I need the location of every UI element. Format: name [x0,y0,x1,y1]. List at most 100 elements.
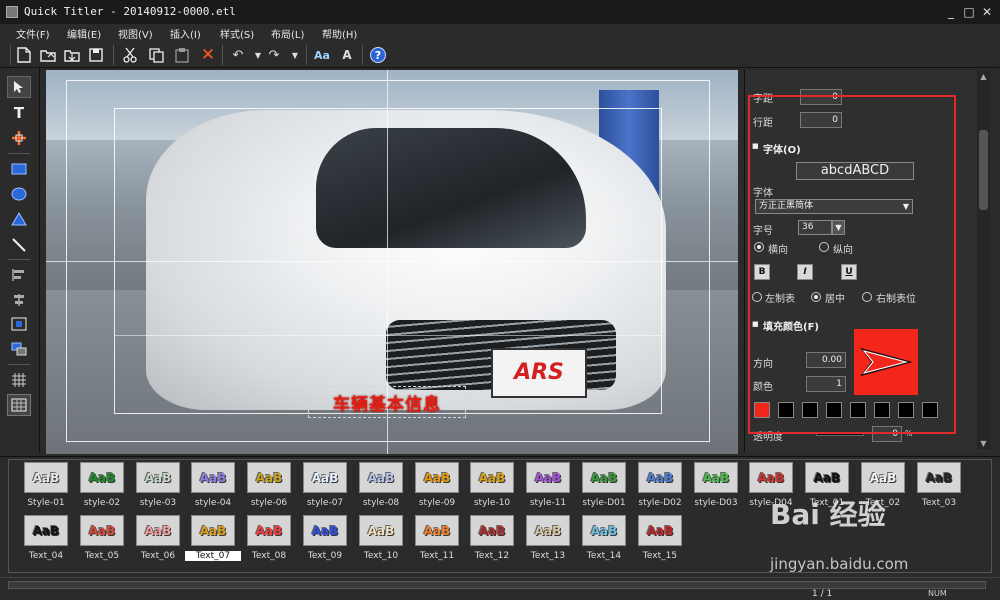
style-thumbnail[interactable]: AaB [359,462,403,493]
style-thumbnail[interactable]: AaB [805,462,849,493]
save-file-icon[interactable] [62,45,82,65]
style-label[interactable]: style-03 [130,498,186,508]
style-label[interactable]: Text_14 [576,551,632,561]
line-tool-icon[interactable] [7,234,31,256]
style-label[interactable]: Text_09 [297,551,353,561]
style-thumbnail[interactable]: AaB [247,462,291,493]
style-label[interactable]: style-09 [409,498,465,508]
text-tool-icon[interactable]: T [7,102,31,124]
style-thumbnail[interactable]: AaB [136,515,180,546]
style-label[interactable]: style-D01 [576,498,632,508]
style-thumbnail[interactable]: AaB [247,515,291,546]
menu-file[interactable]: 文件(F) [16,26,50,41]
minimize-button[interactable]: _ [944,5,958,19]
caption-text-box[interactable]: 车辆基本信息 [308,386,466,418]
style-label[interactable]: Text_12 [464,551,520,561]
text-style-icon[interactable]: Aa [312,45,332,65]
paste-icon[interactable] [172,45,192,65]
style-thumbnail[interactable]: AaB [80,515,124,546]
style-thumbnail[interactable]: AaB [638,462,682,493]
menu-view[interactable]: 视图(V) [118,26,153,41]
style-label[interactable]: Text_01 [799,498,855,508]
style-thumbnail[interactable]: AaB [80,462,124,493]
style-label[interactable]: Text_04 [18,551,74,561]
style-thumbnail[interactable]: AaB [694,462,738,493]
triangle-tool-icon[interactable] [7,208,31,230]
layer-icon[interactable] [7,338,31,360]
menu-insert[interactable]: 插入(I) [170,26,201,41]
style-label[interactable]: Text_11 [409,551,465,561]
menu-help[interactable]: 帮助(H) [322,26,357,41]
style-thumbnail[interactable]: AaB [415,515,459,546]
scroll-thumb[interactable] [979,130,988,210]
scroll-down-icon[interactable]: ▼ [978,438,989,449]
style-thumbnail[interactable]: AaB [470,515,514,546]
style-thumbnail[interactable]: AaB [861,462,905,493]
style-thumbnail[interactable]: AaB [359,515,403,546]
redo-dropdown-icon[interactable]: ▼ [285,45,305,65]
font-icon[interactable]: A [337,45,357,65]
undo-icon[interactable]: ↶ [228,45,248,65]
scroll-up-icon[interactable]: ▲ [978,71,989,82]
grid-icon[interactable] [7,369,31,391]
style-label[interactable]: style-D03 [688,498,744,508]
style-thumbnail[interactable]: AaB [24,462,68,493]
style-label[interactable]: Text_07 [185,551,241,561]
ellipse-tool-icon[interactable] [7,183,31,205]
redo-icon[interactable]: ↷ [264,45,284,65]
style-thumbnail[interactable]: AaB [582,515,626,546]
style-thumbnail[interactable]: AaB [191,462,235,493]
style-thumbnail[interactable]: AaB [24,515,68,546]
delete-icon[interactable]: ✕ [198,45,218,65]
style-thumbnail[interactable]: AaB [582,462,626,493]
menu-layout[interactable]: 布局(L) [271,26,304,41]
video-canvas[interactable]: ARS 车辆基本信息 [46,70,738,454]
style-thumbnail[interactable]: AaB [470,462,514,493]
style-label[interactable]: style-07 [297,498,353,508]
style-thumbnail[interactable]: AaB [415,462,459,493]
style-label[interactable]: style-04 [185,498,241,508]
properties-scrollbar[interactable]: ▲ ▼ [977,70,990,450]
style-thumbnail[interactable]: AaB [638,515,682,546]
style-label[interactable]: style-D04 [743,498,799,508]
help-icon[interactable]: ? [368,45,388,65]
align-center-icon[interactable] [7,289,31,311]
align-left-icon[interactable] [7,264,31,286]
close-button[interactable]: ✕ [980,5,994,19]
rectangle-tool-icon[interactable] [7,158,31,180]
style-thumbnail[interactable]: AaB [191,515,235,546]
style-label[interactable]: Text_06 [130,551,186,561]
style-label[interactable]: style-06 [241,498,297,508]
style-label[interactable]: Text_03 [911,498,967,508]
style-label[interactable]: style-11 [520,498,576,508]
style-thumbnail[interactable]: AaB [526,462,570,493]
copy-icon[interactable] [146,45,166,65]
style-label[interactable]: Text_02 [855,498,911,508]
style-label[interactable]: Text_10 [353,551,409,561]
cut-icon[interactable] [120,45,140,65]
menu-style[interactable]: 样式(S) [220,26,254,41]
style-label[interactable]: style-08 [353,498,409,508]
style-thumbnail[interactable]: AaB [917,462,961,493]
style-label[interactable]: Text_08 [241,551,297,561]
save-icon[interactable] [86,45,106,65]
style-label[interactable]: style-D02 [632,498,688,508]
center-icon[interactable] [7,313,31,335]
style-thumbnail[interactable]: AaB [136,462,180,493]
style-label[interactable]: Style-01 [18,498,74,508]
new-file-icon[interactable] [14,45,34,65]
menu-edit[interactable]: 编辑(E) [67,26,101,41]
open-file-icon[interactable] [38,45,58,65]
style-thumbnail[interactable]: AaB [749,462,793,493]
style-label[interactable]: Text_15 [632,551,688,561]
crosshair-tool-icon[interactable] [7,127,31,149]
style-label[interactable]: style-02 [74,498,130,508]
style-label[interactable]: style-10 [464,498,520,508]
style-label[interactable]: Text_05 [74,551,130,561]
style-thumbnail[interactable]: AaB [526,515,570,546]
style-thumbnail[interactable]: AaB [303,462,347,493]
select-arrow-icon[interactable] [7,76,31,98]
caption-text[interactable]: 车辆基本信息 [333,390,441,415]
safe-area-icon[interactable] [7,394,31,416]
horizontal-scrollbar[interactable] [8,581,986,589]
